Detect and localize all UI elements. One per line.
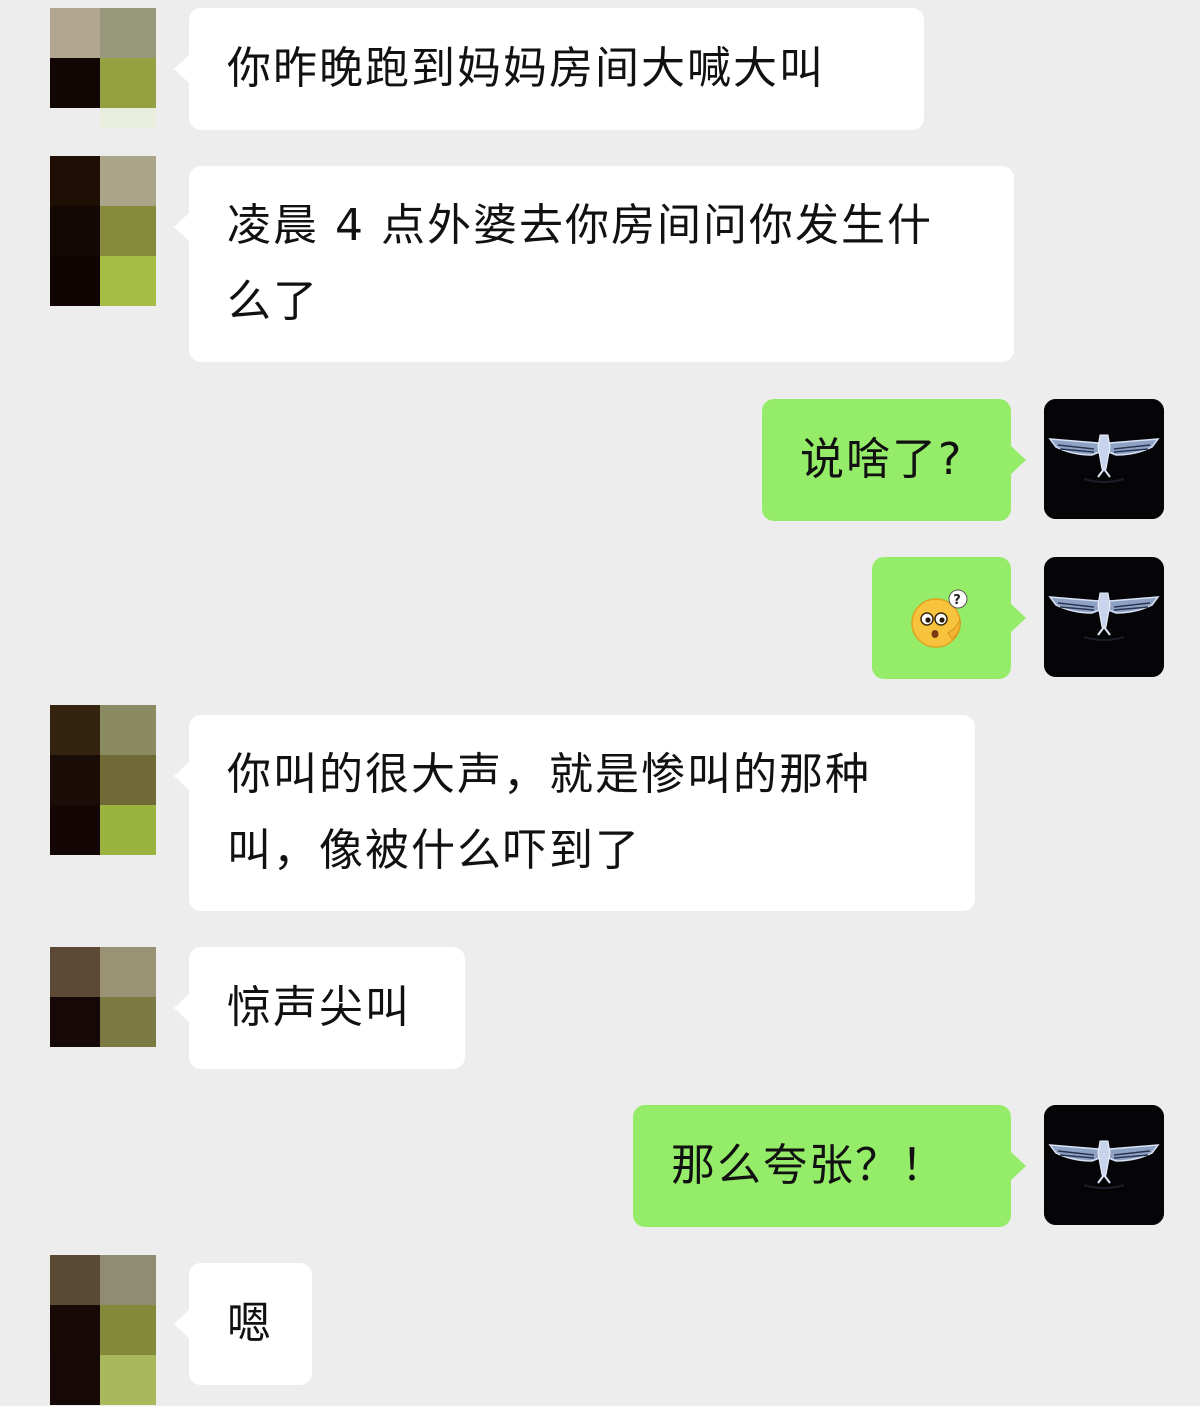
pixelated-avatar-icon <box>50 156 156 306</box>
pixelated-avatar-icon <box>50 8 156 128</box>
self-avatar[interactable] <box>1044 557 1164 677</box>
message-bubble[interactable]: 嗯 <box>174 1263 312 1385</box>
contact-avatar[interactable] <box>50 1255 156 1405</box>
message-bubble[interactable]: 那么夸张？！ <box>633 1105 1026 1227</box>
pixelated-avatar-icon <box>50 705 156 855</box>
message-bubble[interactable]: 你叫的很大声，就是惨叫的那种 叫，像被什么吓到了 <box>174 715 975 911</box>
svg-text:?: ? <box>953 593 963 608</box>
thinking-face-emoji-icon: ? <box>911 589 968 648</box>
self-avatar[interactable] <box>1044 1105 1164 1225</box>
message-bubble[interactable]: 说啥了? <box>762 399 1026 521</box>
contact-avatar[interactable] <box>50 8 156 128</box>
contact-avatar[interactable] <box>50 947 156 1067</box>
message-bubble[interactable]: 凌晨 4 点外婆去你房间问你发生什 么了 <box>174 166 1014 362</box>
message-bubble[interactable]: 惊声尖叫 <box>174 947 465 1069</box>
message-bubble[interactable]: 你昨晚跑到妈妈房间大喊大叫 <box>174 8 924 130</box>
pixelated-avatar-icon <box>50 1255 156 1405</box>
message-bubble[interactable]: ? <box>872 557 1026 679</box>
winged-eagle-emblem-icon <box>1044 557 1164 677</box>
chat-history: 你昨晚跑到妈妈房间大喊大叫 凌晨 4 点外婆去你房间问你发生什 么了 说啥了? <box>0 0 1200 1406</box>
self-avatar[interactable] <box>1044 399 1164 519</box>
contact-avatar[interactable] <box>50 705 156 855</box>
winged-eagle-emblem-icon <box>1044 399 1164 519</box>
contact-avatar[interactable] <box>50 156 156 306</box>
pixelated-avatar-icon <box>50 947 156 1067</box>
winged-eagle-emblem-icon <box>1044 1105 1164 1225</box>
